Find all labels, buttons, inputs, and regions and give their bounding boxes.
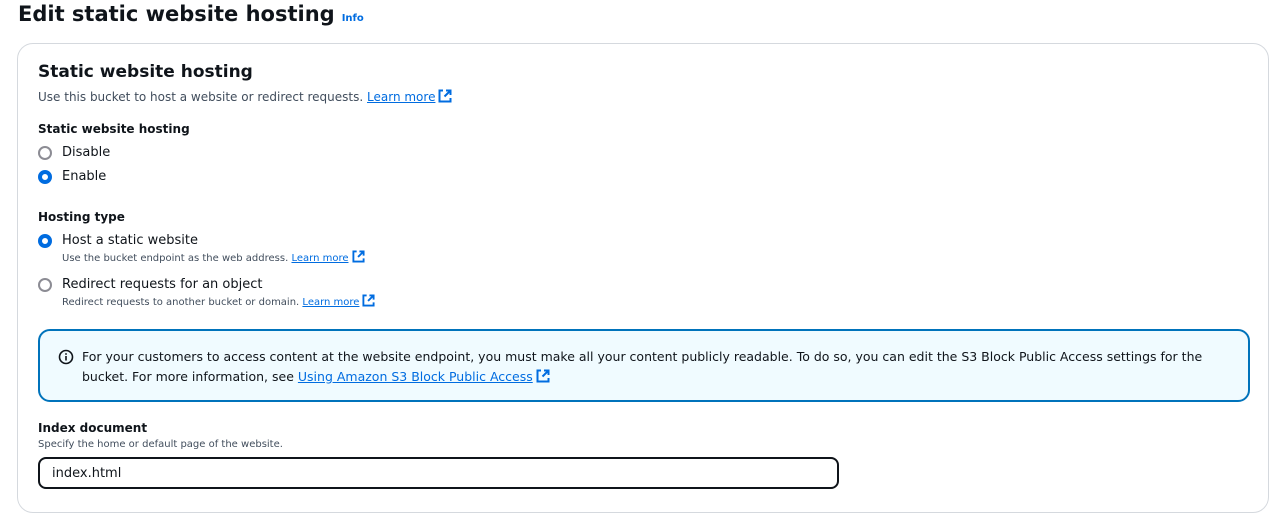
radio-disable-button[interactable] (38, 146, 52, 160)
host-static-label: Host a static website (62, 233, 199, 248)
radio-redirect-requests[interactable]: Redirect requests for an object Redirect… (38, 277, 375, 312)
learn-more-label: Learn more (367, 90, 436, 104)
index-document-description: Specify the home or default page of the … (38, 439, 283, 450)
redirect-learn-more-link[interactable]: Learn more (302, 297, 359, 308)
learn-more-link[interactable]: Learn more (367, 90, 435, 104)
info-circle-icon (58, 349, 74, 369)
radio-host-static-website[interactable]: Host a static website Use the bucket end… (38, 233, 365, 268)
hosting-type-label: Hosting type (38, 210, 125, 224)
radio-disable[interactable]: Disable (38, 145, 110, 161)
host-static-description-text: Use the bucket endpoint as the web addre… (62, 253, 289, 264)
redirect-label: Redirect requests for an object (62, 277, 263, 292)
panel-title: Static website hosting (38, 62, 253, 82)
panel-description-text: Use this bucket to host a website or red… (38, 90, 364, 104)
redirect-description-text: Redirect requests to another bucket or d… (62, 297, 300, 308)
static-hosting-panel: Static website hosting Use this bucket t… (17, 43, 1269, 513)
external-link-icon[interactable] (351, 250, 365, 268)
radio-enable[interactable]: Enable (38, 169, 106, 185)
index-document-input[interactable] (38, 457, 839, 489)
index-document-label: Index document (38, 421, 148, 435)
alert-message: For your customers to access content at … (82, 347, 1218, 389)
radio-host-static-button[interactable] (38, 234, 52, 248)
panel-description: Use this bucket to host a website or red… (38, 89, 452, 107)
info-alert: For your customers to access content at … (38, 329, 1250, 402)
page-header: Edit static website hosting Info (18, 0, 364, 28)
info-link[interactable]: Info (342, 13, 364, 24)
host-static-description: Use the bucket endpoint as the web addre… (62, 250, 365, 268)
radio-enable-button[interactable] (38, 170, 52, 184)
host-static-learn-more-link[interactable]: Learn more (291, 253, 348, 264)
radio-enable-label: Enable (62, 169, 107, 184)
radio-redirect-button[interactable] (38, 278, 52, 292)
hosting-toggle-label: Static website hosting (38, 122, 190, 136)
radio-disable-label: Disable (62, 145, 111, 160)
external-link-icon[interactable] (362, 294, 375, 312)
external-link-icon[interactable] (438, 89, 452, 107)
block-public-access-link[interactable]: Using Amazon S3 Block Public Access (298, 369, 533, 384)
page-title: Edit static website hosting (18, 2, 335, 26)
alert-text: For your customers to access content at … (82, 349, 1203, 384)
external-link-icon[interactable] (536, 369, 550, 389)
redirect-description: Redirect requests to another bucket or d… (62, 294, 375, 312)
